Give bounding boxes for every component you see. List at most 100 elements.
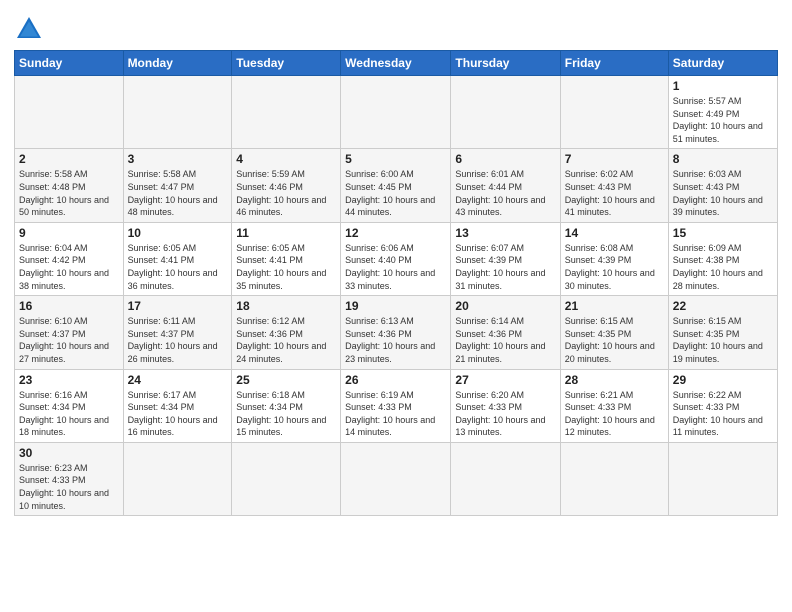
day-info: Sunrise: 6:13 AMSunset: 4:36 PMDaylight:… [345, 315, 446, 365]
day-number: 17 [128, 299, 228, 313]
calendar-cell [232, 442, 341, 515]
calendar-cell [560, 442, 668, 515]
calendar-cell [451, 76, 560, 149]
weekday-header-sunday: Sunday [15, 51, 124, 76]
calendar-cell: 20 Sunrise: 6:14 AMSunset: 4:36 PMDayligh… [451, 296, 560, 369]
day-info: Sunrise: 6:02 AMSunset: 4:43 PMDaylight:… [565, 168, 664, 218]
day-number: 4 [236, 152, 336, 166]
calendar-cell: 19 Sunrise: 6:13 AMSunset: 4:36 PMDayligh… [341, 296, 451, 369]
calendar-cell: 24 Sunrise: 6:17 AMSunset: 4:34 PMDayligh… [123, 369, 232, 442]
calendar-cell: 4Sunrise: 5:59 AMSunset: 4:46 PMDaylight… [232, 149, 341, 222]
week-row-5: 30 Sunrise: 6:23 AMSunset: 4:33 PMDayligh… [15, 442, 778, 515]
calendar-cell: 17 Sunrise: 6:11 AMSunset: 4:37 PMDayligh… [123, 296, 232, 369]
day-number: 16 [19, 299, 119, 313]
calendar-cell: 9Sunrise: 6:04 AMSunset: 4:42 PMDaylight… [15, 222, 124, 295]
weekday-header-row: SundayMondayTuesdayWednesdayThursdayFrid… [15, 51, 778, 76]
day-number: 2 [19, 152, 119, 166]
calendar-cell [668, 442, 777, 515]
day-number: 27 [455, 373, 555, 387]
day-info: Sunrise: 6:19 AMSunset: 4:33 PMDaylight:… [345, 389, 446, 439]
calendar-table: SundayMondayTuesdayWednesdayThursdayFrid… [14, 50, 778, 516]
logo [14, 14, 48, 44]
day-number: 24 [128, 373, 228, 387]
calendar-cell [451, 442, 560, 515]
calendar-cell: 27 Sunrise: 6:20 AMSunset: 4:33 PMDayligh… [451, 369, 560, 442]
week-row-4: 23 Sunrise: 6:16 AMSunset: 4:34 PMDayligh… [15, 369, 778, 442]
calendar-cell: 6 Sunrise: 6:01 AMSunset: 4:44 PMDaylight… [451, 149, 560, 222]
day-number: 23 [19, 373, 119, 387]
calendar-cell: 14 Sunrise: 6:08 AMSunset: 4:39 PMDayligh… [560, 222, 668, 295]
day-number: 20 [455, 299, 555, 313]
day-info: Sunrise: 6:06 AMSunset: 4:40 PMDaylight:… [345, 242, 446, 292]
day-number: 18 [236, 299, 336, 313]
day-number: 29 [673, 373, 773, 387]
logo-icon [14, 14, 44, 44]
day-info: Sunrise: 6:11 AMSunset: 4:37 PMDaylight:… [128, 315, 228, 365]
weekday-header-tuesday: Tuesday [232, 51, 341, 76]
day-number: 30 [19, 446, 119, 460]
calendar-cell: 30 Sunrise: 6:23 AMSunset: 4:33 PMDayligh… [15, 442, 124, 515]
calendar-cell: 3 Sunrise: 5:58 AMSunset: 4:47 PMDaylight… [123, 149, 232, 222]
weekday-header-wednesday: Wednesday [341, 51, 451, 76]
week-row-0: 1 Sunrise: 5:57 AMSunset: 4:49 PMDaylight… [15, 76, 778, 149]
day-number: 8 [673, 152, 773, 166]
day-info: Sunrise: 6:20 AMSunset: 4:33 PMDaylight:… [455, 389, 555, 439]
day-number: 3 [128, 152, 228, 166]
day-number: 22 [673, 299, 773, 313]
day-number: 28 [565, 373, 664, 387]
day-number: 14 [565, 226, 664, 240]
calendar-cell [123, 76, 232, 149]
weekday-header-thursday: Thursday [451, 51, 560, 76]
calendar-cell: 13Sunrise: 6:07 AMSunset: 4:39 PMDayligh… [451, 222, 560, 295]
day-info: Sunrise: 6:00 AMSunset: 4:45 PMDaylight:… [345, 168, 446, 218]
day-info: Sunrise: 6:05 AMSunset: 4:41 PMDaylight:… [236, 242, 336, 292]
calendar-cell: 23 Sunrise: 6:16 AMSunset: 4:34 PMDayligh… [15, 369, 124, 442]
page: SundayMondayTuesdayWednesdayThursdayFrid… [0, 0, 792, 612]
calendar-cell: 28 Sunrise: 6:21 AMSunset: 4:33 PMDayligh… [560, 369, 668, 442]
week-row-3: 16 Sunrise: 6:10 AMSunset: 4:37 PMDayligh… [15, 296, 778, 369]
day-info: Sunrise: 6:08 AMSunset: 4:39 PMDaylight:… [565, 242, 664, 292]
calendar-cell: 8Sunrise: 6:03 AMSunset: 4:43 PMDaylight… [668, 149, 777, 222]
calendar-cell: 26Sunrise: 6:19 AMSunset: 4:33 PMDayligh… [341, 369, 451, 442]
day-number: 7 [565, 152, 664, 166]
calendar-cell [560, 76, 668, 149]
day-info: Sunrise: 6:14 AMSunset: 4:36 PMDaylight:… [455, 315, 555, 365]
day-number: 1 [673, 79, 773, 93]
weekday-header-monday: Monday [123, 51, 232, 76]
calendar-cell [341, 76, 451, 149]
day-info: Sunrise: 6:10 AMSunset: 4:37 PMDaylight:… [19, 315, 119, 365]
day-info: Sunrise: 6:21 AMSunset: 4:33 PMDaylight:… [565, 389, 664, 439]
day-info: Sunrise: 6:23 AMSunset: 4:33 PMDaylight:… [19, 462, 119, 512]
day-number: 10 [128, 226, 228, 240]
day-info: Sunrise: 5:58 AMSunset: 4:48 PMDaylight:… [19, 168, 119, 218]
day-number: 11 [236, 226, 336, 240]
calendar-cell: 25 Sunrise: 6:18 AMSunset: 4:34 PMDayligh… [232, 369, 341, 442]
day-number: 25 [236, 373, 336, 387]
calendar-cell: 29Sunrise: 6:22 AMSunset: 4:33 PMDayligh… [668, 369, 777, 442]
calendar-cell: 16 Sunrise: 6:10 AMSunset: 4:37 PMDayligh… [15, 296, 124, 369]
day-info: Sunrise: 6:18 AMSunset: 4:34 PMDaylight:… [236, 389, 336, 439]
day-info: Sunrise: 6:16 AMSunset: 4:34 PMDaylight:… [19, 389, 119, 439]
calendar-cell: 22 Sunrise: 6:15 AMSunset: 4:35 PMDayligh… [668, 296, 777, 369]
day-info: Sunrise: 6:15 AMSunset: 4:35 PMDaylight:… [565, 315, 664, 365]
day-info: Sunrise: 6:15 AMSunset: 4:35 PMDaylight:… [673, 315, 773, 365]
calendar-cell: 15 Sunrise: 6:09 AMSunset: 4:38 PMDayligh… [668, 222, 777, 295]
calendar-cell: 7 Sunrise: 6:02 AMSunset: 4:43 PMDaylight… [560, 149, 668, 222]
day-info: Sunrise: 6:09 AMSunset: 4:38 PMDaylight:… [673, 242, 773, 292]
calendar-cell [341, 442, 451, 515]
calendar-cell: 2 Sunrise: 5:58 AMSunset: 4:48 PMDaylight… [15, 149, 124, 222]
calendar-cell [15, 76, 124, 149]
day-number: 9 [19, 226, 119, 240]
day-number: 21 [565, 299, 664, 313]
day-number: 5 [345, 152, 446, 166]
day-info: Sunrise: 5:57 AMSunset: 4:49 PMDaylight:… [673, 95, 773, 145]
day-number: 19 [345, 299, 446, 313]
calendar-cell: 21 Sunrise: 6:15 AMSunset: 4:35 PMDayligh… [560, 296, 668, 369]
day-number: 6 [455, 152, 555, 166]
calendar-cell: 10Sunrise: 6:05 AMSunset: 4:41 PMDayligh… [123, 222, 232, 295]
day-info: Sunrise: 6:17 AMSunset: 4:34 PMDaylight:… [128, 389, 228, 439]
day-number: 15 [673, 226, 773, 240]
day-info: Sunrise: 5:58 AMSunset: 4:47 PMDaylight:… [128, 168, 228, 218]
calendar-cell: 12Sunrise: 6:06 AMSunset: 4:40 PMDayligh… [341, 222, 451, 295]
day-info: Sunrise: 6:01 AMSunset: 4:44 PMDaylight:… [455, 168, 555, 218]
